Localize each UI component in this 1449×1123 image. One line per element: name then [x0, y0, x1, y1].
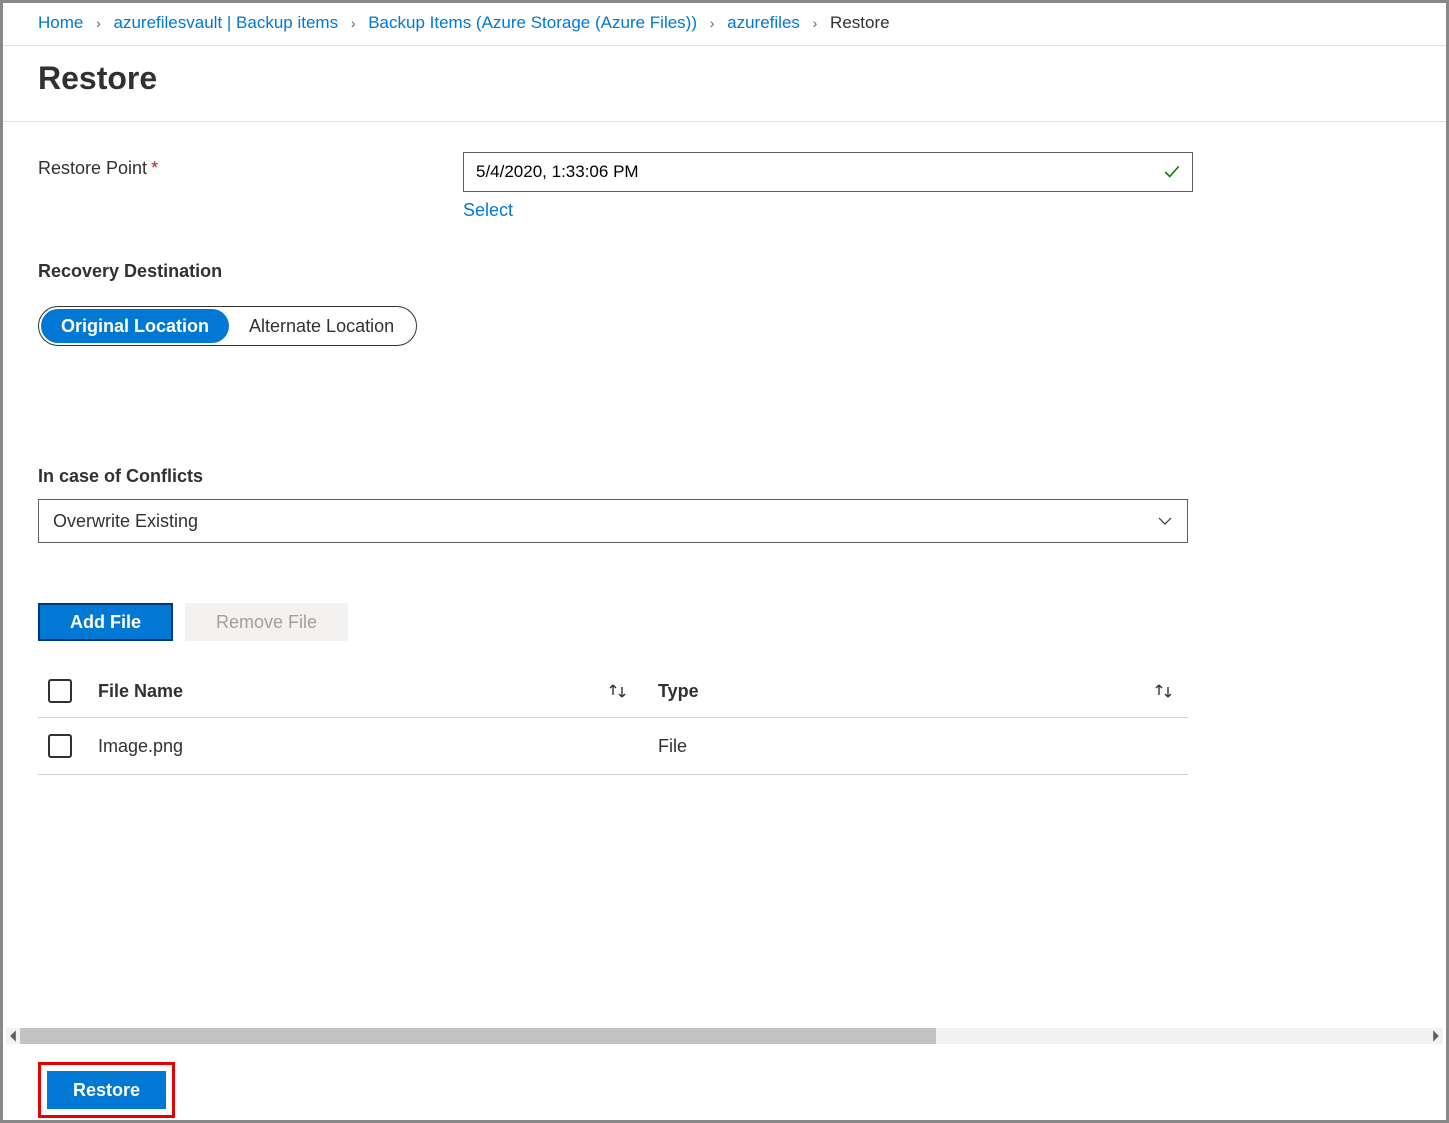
cell-type: File: [658, 736, 687, 757]
header-file-name[interactable]: File Name: [98, 681, 183, 702]
row-checkbox[interactable]: [48, 734, 72, 758]
pill-original-location[interactable]: Original Location: [41, 309, 229, 343]
conflicts-dropdown[interactable]: Overwrite Existing: [38, 499, 1188, 543]
recovery-destination-toggle: Original Location Alternate Location: [38, 306, 417, 346]
restore-point-label: Restore Point*: [38, 152, 463, 221]
breadcrumb-link-home[interactable]: Home: [38, 13, 83, 32]
check-icon: [1163, 163, 1181, 181]
file-table: File Name Type Image.png: [38, 669, 1188, 775]
header-type[interactable]: Type: [658, 681, 699, 702]
table-header: File Name Type: [38, 669, 1188, 718]
breadcrumb-link-azurefiles[interactable]: azurefiles: [727, 13, 800, 32]
add-file-button[interactable]: Add File: [38, 603, 173, 641]
chevron-right-icon: ›: [710, 15, 715, 31]
breadcrumb-link-backup-items[interactable]: Backup Items (Azure Storage (Azure Files…: [368, 13, 697, 32]
pill-alternate-location[interactable]: Alternate Location: [229, 309, 414, 343]
restore-point-input[interactable]: [463, 152, 1193, 192]
required-asterisk: *: [151, 158, 158, 178]
scroll-right-icon[interactable]: [1429, 1029, 1443, 1043]
scrollbar-thumb[interactable]: [20, 1028, 936, 1044]
breadcrumb: Home › azurefilesvault | Backup items › …: [3, 3, 1446, 46]
recovery-destination-label: Recovery Destination: [38, 261, 1411, 282]
select-all-checkbox[interactable]: [48, 679, 72, 703]
page-title: Restore: [3, 46, 1446, 122]
breadcrumb-link-vault[interactable]: azurefilesvault | Backup items: [114, 13, 339, 32]
highlight-annotation: Restore: [38, 1062, 175, 1118]
chevron-down-icon: [1157, 513, 1173, 529]
conflicts-label: In case of Conflicts: [38, 466, 1411, 487]
chevron-right-icon: ›: [813, 15, 818, 31]
sort-icon[interactable]: [608, 683, 628, 699]
scroll-left-icon[interactable]: [6, 1029, 20, 1043]
restore-button[interactable]: Restore: [47, 1071, 166, 1109]
sort-icon[interactable]: [1154, 683, 1174, 699]
horizontal-scrollbar[interactable]: [6, 1028, 1443, 1044]
remove-file-button: Remove File: [185, 603, 348, 641]
chevron-right-icon: ›: [351, 15, 356, 31]
breadcrumb-current: Restore: [830, 13, 890, 32]
cell-file-name: Image.png: [98, 736, 183, 757]
conflicts-value: Overwrite Existing: [53, 511, 198, 532]
select-link[interactable]: Select: [463, 200, 513, 221]
chevron-right-icon: ›: [96, 15, 101, 31]
table-row[interactable]: Image.png File: [38, 718, 1188, 775]
